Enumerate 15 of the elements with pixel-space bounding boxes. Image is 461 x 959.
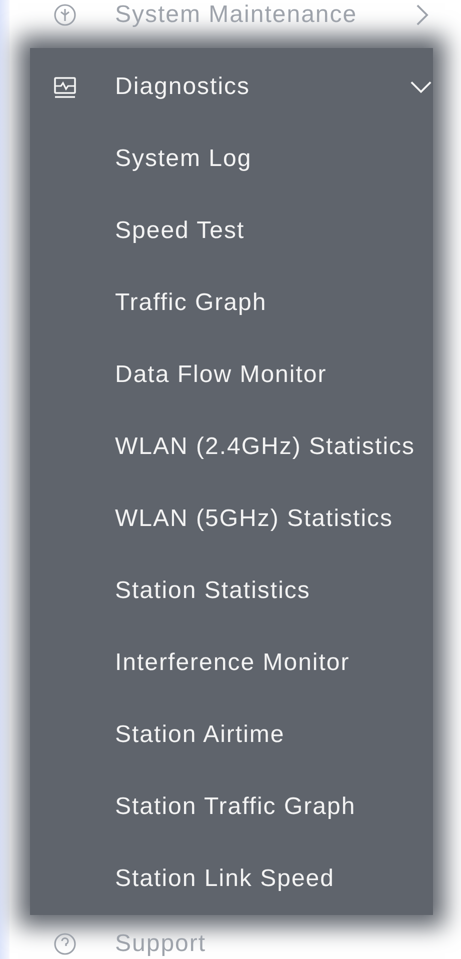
submenu-item[interactable]: Station Link Speed bbox=[30, 843, 433, 915]
circle-icon bbox=[53, 3, 77, 27]
submenu-item[interactable]: Station Traffic Graph bbox=[30, 771, 433, 843]
submenu-item[interactable]: Traffic Graph bbox=[30, 267, 433, 339]
submenu-item[interactable]: Station Statistics bbox=[30, 555, 433, 627]
submenu-item[interactable]: WLAN (2.4GHz) Statistics bbox=[30, 411, 433, 483]
monitor-pulse-icon bbox=[53, 75, 77, 99]
submenu-item[interactable]: Data Flow Monitor bbox=[30, 339, 433, 411]
submenu-item[interactable]: Speed Test bbox=[30, 195, 433, 267]
submenu-item[interactable]: Interference Monitor bbox=[30, 627, 433, 699]
menu-item[interactable]: Diagnostics bbox=[30, 63, 433, 111]
help-icon bbox=[53, 932, 77, 956]
submenu-item[interactable]: System Log bbox=[30, 123, 433, 195]
submenu-item[interactable]: Station Airtime bbox=[30, 699, 433, 771]
submenu-item[interactable]: WLAN (5GHz) Statistics bbox=[30, 483, 433, 555]
